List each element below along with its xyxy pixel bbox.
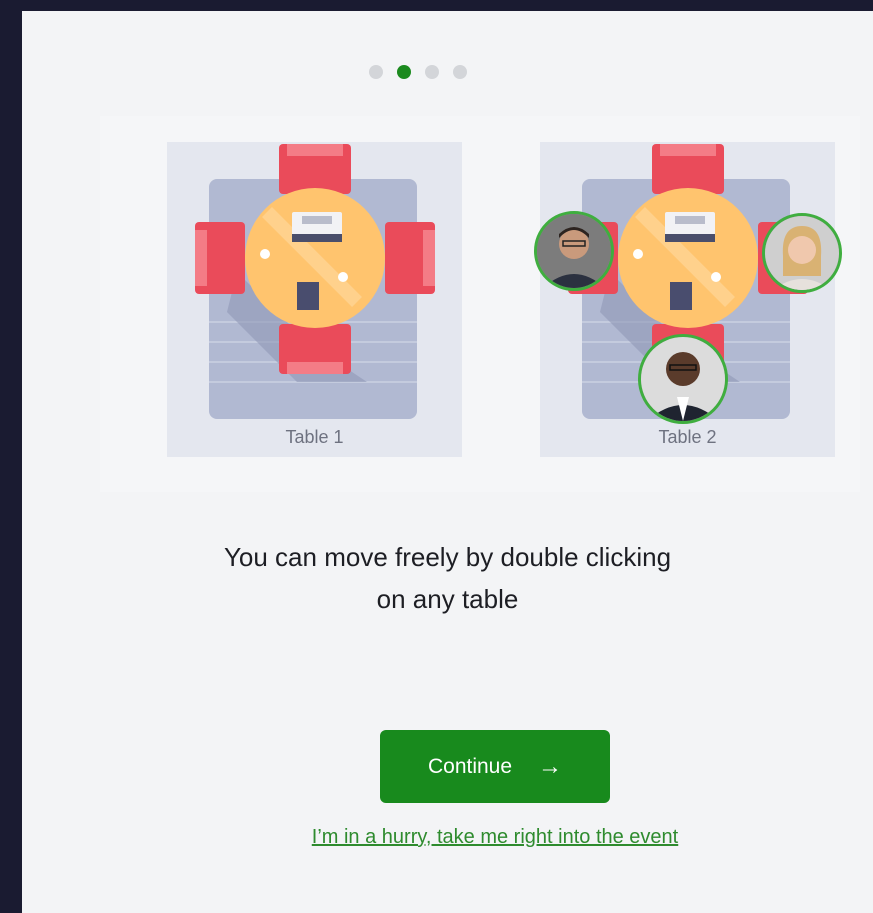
arrow-right-icon: → bbox=[538, 752, 563, 780]
headline-line-2: on any table bbox=[376, 584, 519, 614]
attendee-avatar-bottom[interactable] bbox=[638, 334, 728, 424]
continue-button-label: Continue bbox=[427, 754, 513, 778]
onboarding-headline: You can move freely by double clicking o… bbox=[22, 536, 873, 620]
step-indicator bbox=[0, 65, 843, 79]
onboarding-panel: Table 1 Table 2 You can move freely by d… bbox=[22, 11, 873, 913]
step-dot-2-active[interactable] bbox=[396, 65, 411, 79]
attendee-avatar-right[interactable] bbox=[762, 213, 842, 293]
step-dot-3[interactable] bbox=[424, 65, 439, 79]
step-dot-4[interactable] bbox=[452, 65, 467, 79]
person-icon bbox=[765, 216, 839, 290]
attendee-avatar-left[interactable] bbox=[534, 211, 614, 291]
continue-button[interactable]: Continue → bbox=[380, 730, 610, 803]
table-1-floor-plan bbox=[195, 144, 435, 419]
headline-line-1: You can move freely by double clicking bbox=[223, 542, 672, 572]
person-icon bbox=[537, 214, 611, 288]
step-dot-1[interactable] bbox=[368, 65, 383, 79]
table-2-label: Table 2 bbox=[658, 427, 717, 447]
skip-to-event-link[interactable]: I’m in a hurry, take me right into the e… bbox=[22, 826, 873, 849]
table-card-1[interactable]: Table 1 bbox=[167, 142, 462, 457]
table-1-label: Table 1 bbox=[285, 427, 344, 447]
person-icon bbox=[641, 337, 725, 421]
